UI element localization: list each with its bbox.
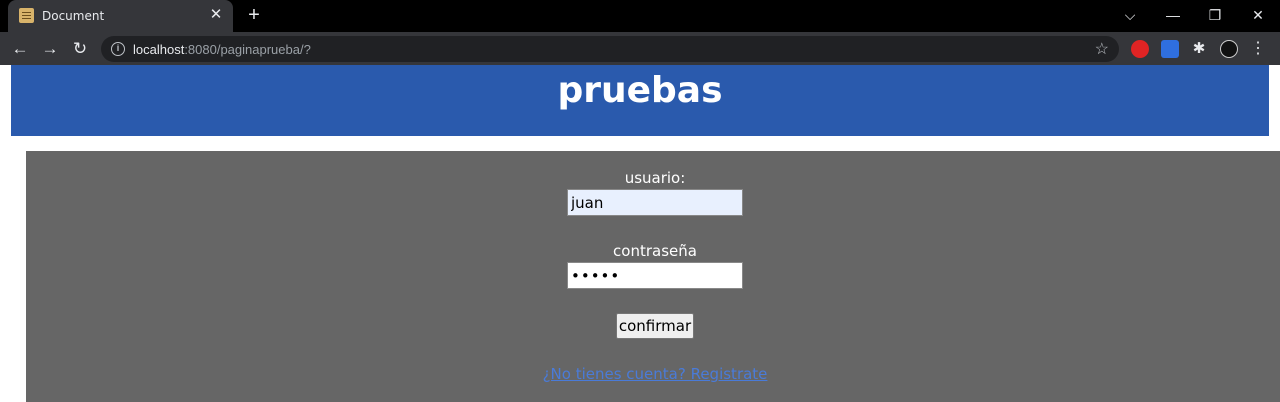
- document-favicon-icon: [19, 8, 34, 23]
- tab-title: Document: [42, 9, 105, 23]
- password-input[interactable]: [567, 262, 743, 289]
- info-icon[interactable]: i: [111, 42, 125, 56]
- minimize-button[interactable]: —: [1151, 0, 1195, 30]
- address-bar[interactable]: i localhost:8080/paginaprueba/? ☆: [101, 36, 1119, 62]
- tab-close-icon[interactable]: ✕: [207, 6, 225, 24]
- active-tab[interactable]: Document ✕: [8, 0, 233, 32]
- translate-extension-icon[interactable]: [1161, 40, 1179, 58]
- new-tab-button[interactable]: +: [243, 4, 265, 26]
- profile-avatar-icon[interactable]: [1220, 40, 1238, 58]
- kebab-menu-icon[interactable]: ⋮: [1250, 36, 1266, 62]
- username-label: usuario:: [624, 169, 686, 187]
- bookmark-star-icon[interactable]: ☆: [1095, 39, 1109, 59]
- reload-icon[interactable]: ↻: [67, 36, 93, 62]
- url-text[interactable]: localhost:8080/paginaprueba/?: [133, 42, 311, 57]
- register-link[interactable]: ¿No tienes cuenta? Registrate: [26, 365, 1280, 383]
- restore-button[interactable]: ❐: [1193, 0, 1237, 30]
- puzzle-extensions-icon[interactable]: ✱: [1190, 40, 1208, 58]
- tab-search-icon[interactable]: ⌵: [1108, 0, 1152, 30]
- tab-bar: Document ✕ + ⌵ — ❐ ✕: [0, 0, 1280, 32]
- close-window-button[interactable]: ✕: [1236, 0, 1280, 30]
- forward-arrow-icon[interactable]: →: [37, 36, 63, 62]
- browser-toolbar: ← → ↻ i localhost:8080/paginaprueba/? ☆ …: [0, 32, 1280, 65]
- login-panel: usuario: contraseña confirmar ¿No tienes…: [26, 151, 1280, 402]
- red-extension-icon[interactable]: [1131, 40, 1149, 58]
- username-input[interactable]: [567, 189, 743, 216]
- page-content: pruebas usuario: contraseña confirmar ¿N…: [0, 65, 1280, 402]
- password-label: contraseña: [613, 242, 697, 260]
- confirm-button[interactable]: confirmar: [616, 313, 694, 339]
- page-header: pruebas: [11, 65, 1269, 136]
- back-arrow-icon[interactable]: ←: [7, 36, 33, 62]
- page-title: pruebas: [557, 70, 723, 111]
